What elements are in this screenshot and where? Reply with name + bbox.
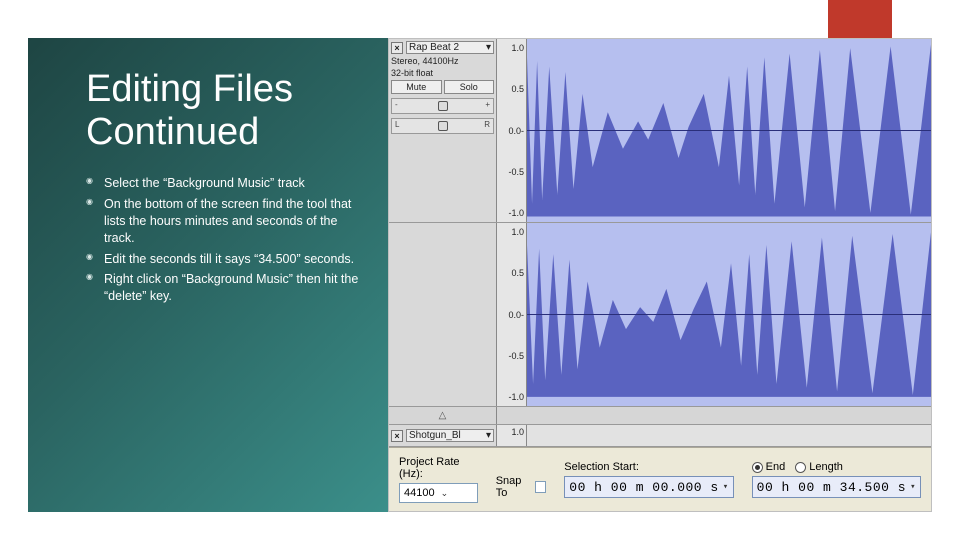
project-rate-value: 44100 (404, 487, 435, 499)
radio-dot-icon (752, 462, 763, 473)
chevron-down-icon: ⌄ (441, 488, 449, 499)
slider-thumb[interactable] (438, 121, 448, 131)
close-track-button[interactable]: × (391, 42, 403, 54)
bullet-item: Edit the seconds till it says “34.500” s… (86, 251, 360, 268)
chevron-down-icon: ▾ (723, 482, 729, 492)
bullet-item: Right click on “Background Music” then h… (86, 271, 360, 305)
slide-container: Editing Files Continued Select the “Back… (28, 38, 932, 512)
track-name: Shotgun_Bl (409, 430, 461, 441)
track-collapse-row: △ (389, 407, 931, 425)
selection-end-value: 00 h 00 m 34.500 s (757, 480, 906, 495)
slide-text-panel: Editing Files Continued Select the “Back… (28, 38, 388, 512)
spacer-label (496, 460, 547, 472)
solo-button[interactable]: Solo (444, 80, 495, 94)
track-name: Rap Beat 2 (409, 42, 459, 53)
gain-plus-label: + (485, 100, 490, 109)
slide-title: Editing Files Continued (86, 68, 360, 153)
selection-start-group: Selection Start: 00 h 00 m 00.000 s ▾ (564, 461, 733, 498)
close-track-button[interactable]: × (391, 430, 403, 442)
collapse-track-button[interactable]: △ (389, 407, 497, 424)
slider-thumb[interactable] (438, 101, 448, 111)
chevron-down-icon: ▾ (486, 42, 491, 53)
selection-end-group: End Length 00 h 00 m 34.500 s ▾ (752, 461, 921, 498)
radio-dot-icon (795, 462, 806, 473)
selection-start-value: 00 h 00 m 00.000 s (569, 480, 718, 495)
selection-start-field[interactable]: 00 h 00 m 00.000 s ▾ (564, 476, 733, 498)
track-row-1: × Rap Beat 2 ▾ Stereo, 44100Hz 32-bit fl… (389, 39, 931, 223)
waveform-stub[interactable] (527, 425, 931, 446)
snap-to-checkbox[interactable] (535, 481, 546, 493)
snap-to-label: Snap To (496, 475, 532, 499)
pan-right-label: R (484, 120, 490, 129)
amplitude-ruler: 1.0 0.5 0.0- -0.5 -1.0 (497, 223, 527, 406)
selection-end-field[interactable]: 00 h 00 m 34.500 s ▾ (752, 476, 921, 498)
project-rate-label: Project Rate (Hz): (399, 456, 478, 480)
pan-left-label: L (395, 120, 399, 129)
track-panel-2: × Shotgun_Bl ▾ (389, 425, 497, 446)
waveform-channel-left[interactable] (527, 39, 931, 222)
length-radio-label: Length (809, 461, 843, 473)
pan-slider[interactable]: L R (391, 118, 494, 134)
end-radio-label: End (766, 461, 786, 473)
track-format-bit: 32-bit float (391, 68, 494, 78)
bullet-item: On the bottom of the screen find the too… (86, 196, 360, 247)
project-rate-group: Project Rate (Hz): 44100 ⌄ (399, 456, 478, 503)
track-name-dropdown[interactable]: Shotgun_Bl ▾ (406, 429, 494, 442)
amplitude-ruler: 1.0 0.5 0.0- -0.5 -1.0 (497, 39, 527, 222)
track-name-dropdown[interactable]: Rap Beat 2 ▾ (406, 41, 494, 54)
slide-bullets: Select the “Background Music” track On t… (86, 175, 360, 305)
mute-button[interactable]: Mute (391, 80, 442, 94)
waveform-channel-right[interactable] (527, 223, 931, 406)
audacity-screenshot: × Rap Beat 2 ▾ Stereo, 44100Hz 32-bit fl… (388, 38, 932, 512)
snap-to-group: Snap To (496, 460, 547, 499)
length-radio[interactable]: Length (795, 461, 843, 473)
track-row-2: × Shotgun_Bl ▾ 1.0 (389, 425, 931, 447)
end-radio[interactable]: End (752, 461, 786, 473)
amplitude-ruler: 1.0 (497, 425, 527, 446)
project-rate-select[interactable]: 44100 ⌄ (399, 483, 478, 503)
selection-toolbar: Project Rate (Hz): 44100 ⌄ Snap To Selec… (389, 447, 931, 511)
track-panel-spacer (389, 223, 497, 406)
bullet-item: Select the “Background Music” track (86, 175, 360, 192)
track-row-1b: 1.0 0.5 0.0- -0.5 -1.0 (389, 223, 931, 407)
track-format-hz: Stereo, 44100Hz (391, 56, 494, 66)
selection-start-label: Selection Start: (564, 461, 733, 473)
gain-slider[interactable]: - + (391, 98, 494, 114)
chevron-down-icon: ▾ (910, 482, 916, 492)
chevron-down-icon: ▾ (486, 430, 491, 441)
gain-minus-label: - (395, 100, 398, 109)
track-panel: × Rap Beat 2 ▾ Stereo, 44100Hz 32-bit fl… (389, 39, 497, 222)
